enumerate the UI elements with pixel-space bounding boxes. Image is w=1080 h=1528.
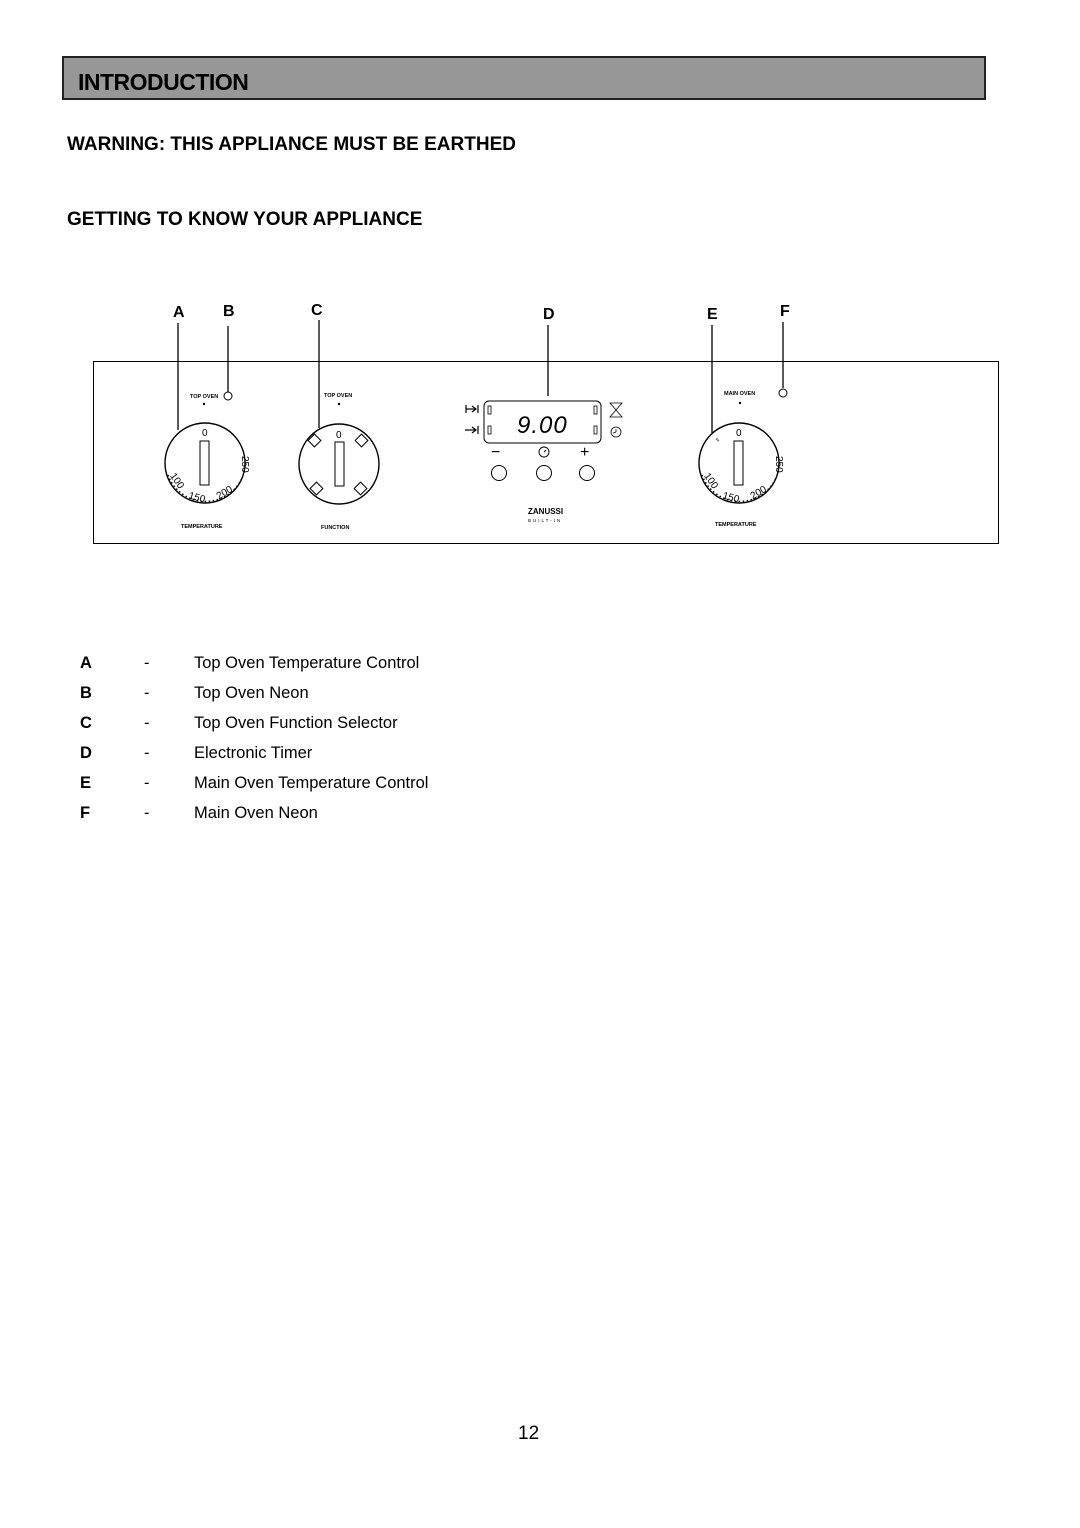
function-label: FUNCTION	[321, 525, 349, 531]
dial-grip	[334, 441, 345, 487]
legend-label: Top Oven Temperature Control	[194, 654, 420, 672]
top-oven-label: TOP OVEN	[190, 394, 218, 400]
legend-label: Main Oven Neon	[194, 804, 318, 822]
timer-minus-label: −	[491, 444, 500, 461]
legend-key: E	[80, 774, 92, 792]
brand-subtitle: BUILT-IN	[528, 518, 562, 523]
legend-dash: -	[144, 654, 150, 672]
main-oven-neon	[778, 388, 788, 398]
end-time-icon	[465, 426, 479, 434]
legend-key: B	[80, 684, 92, 702]
legend-label: Main Oven Temperature Control	[194, 774, 429, 792]
dial-label-250: 250	[239, 456, 250, 473]
legend-key: A	[80, 654, 92, 672]
timer-plus-button[interactable]	[579, 465, 595, 481]
dial-grip	[733, 440, 744, 486]
dial-zero: 0	[336, 430, 342, 441]
legend-dash: -	[144, 804, 150, 822]
hourglass-icon	[609, 402, 623, 418]
timer-plus-label: +	[580, 444, 589, 461]
legend-dash: -	[144, 774, 150, 792]
timer-minus-button[interactable]	[491, 465, 507, 481]
dial-zero: 0	[736, 428, 742, 439]
legend-key: F	[80, 804, 91, 822]
legend-key: D	[80, 744, 92, 762]
legend-dash: -	[144, 684, 150, 702]
temperature-label: TEMPERATURE	[715, 522, 757, 528]
dial-indicator-dot	[202, 402, 206, 406]
electronic-timer: 9.00 − + ZANUSSI BUILT-IN	[465, 400, 623, 523]
dial-zero: 0	[202, 428, 208, 439]
dial-grip	[199, 440, 210, 486]
legend-dash: -	[144, 744, 150, 762]
top-oven-function-dial[interactable]: TOP OVEN 0 FUNCTION	[298, 393, 380, 531]
main-oven-label: MAIN OVEN	[724, 391, 755, 397]
legend-label: Top Oven Neon	[194, 684, 309, 702]
dial-indicator-dot	[337, 402, 341, 406]
clock-icon	[610, 426, 622, 438]
dial-indicator-dot	[738, 401, 742, 405]
top-oven-neon	[223, 391, 233, 401]
timer-display-readout: 9.00	[517, 412, 568, 439]
legend-key: C	[80, 714, 92, 732]
legend-dash: -	[144, 714, 150, 732]
timer-mode-button[interactable]	[536, 465, 552, 481]
legend-label: Top Oven Function Selector	[194, 714, 398, 732]
temperature-label: TEMPERATURE	[181, 524, 223, 530]
control-panel-diagram: TOP OVEN 0 100 150 200 250 TEMPERATURE T…	[93, 320, 999, 544]
dial-label-250: 250	[773, 456, 784, 473]
page-number: 12	[518, 1423, 540, 1444]
top-oven-function-label: TOP OVEN	[324, 393, 352, 399]
legend-label: Electronic Timer	[194, 744, 313, 762]
cook-time-icon	[465, 405, 479, 413]
manual-mode-icon	[538, 446, 550, 458]
brand-logo: ZANUSSI	[528, 507, 563, 516]
callout-leader-lines	[177, 320, 784, 433]
